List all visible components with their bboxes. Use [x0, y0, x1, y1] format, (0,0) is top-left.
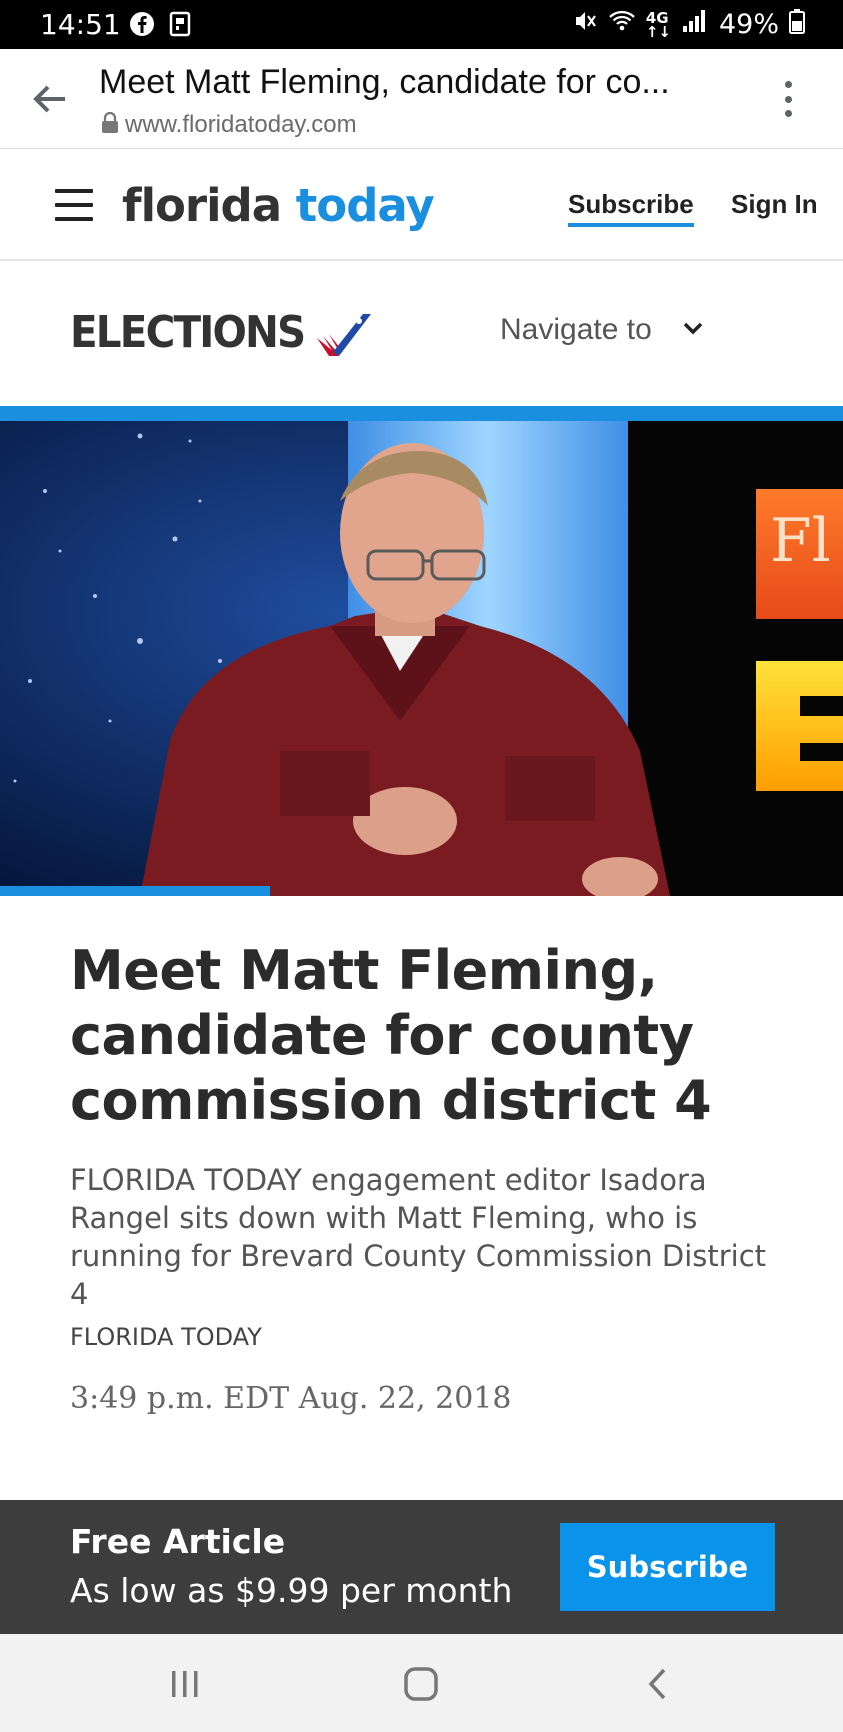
article: Meet Matt Fleming, candidate for county …: [70, 938, 770, 1416]
banner-price: As low as $9.99 per month: [70, 1571, 513, 1610]
navigate-to-label: Navigate to: [500, 313, 652, 346]
page-title[interactable]: Meet Matt Fleming, candidate for co...: [99, 63, 699, 102]
status-right-group: 4G ↑↓ 49%: [572, 8, 805, 41]
home-icon[interactable]: [391, 1659, 451, 1709]
elections-logo[interactable]: ELECTIONS: [70, 307, 375, 358]
4g-icon: 4G ↑↓: [645, 8, 671, 41]
subscribe-link[interactable]: Subscribe: [568, 189, 694, 227]
section-divider: [0, 406, 843, 421]
android-nav-bar: [0, 1634, 843, 1732]
sign-in-link[interactable]: Sign In: [731, 189, 818, 220]
section-bar: ELECTIONS Navigate to: [0, 261, 843, 406]
mute-icon: [572, 8, 598, 41]
logo-florida: florida: [122, 179, 282, 232]
wifi-icon: [608, 8, 636, 41]
battery-icon: [789, 8, 805, 41]
cast-icon: [166, 10, 194, 38]
hero-video[interactable]: Fl: [0, 421, 843, 896]
browser-bar: Meet Matt Fleming, candidate for co... w…: [0, 49, 843, 149]
site-header: florida today Subscribe Sign In: [0, 149, 843, 261]
ballot-check-icon: [316, 314, 371, 356]
navigate-to-dropdown[interactable]: Navigate to: [500, 313, 704, 347]
lock-icon: [101, 111, 119, 139]
facebook-icon: [128, 10, 156, 38]
banner-subscribe-button[interactable]: Subscribe: [560, 1523, 775, 1611]
url-text: www.floridatoday.com: [125, 111, 357, 138]
article-credit: FLORIDA TODAY: [70, 1323, 262, 1351]
article-headline: Meet Matt Fleming, candidate for county …: [70, 939, 712, 1132]
site-logo[interactable]: florida today: [122, 179, 435, 232]
status-bar: 14:51 4G ↑↓ 49%: [0, 0, 843, 49]
back-arrow-icon[interactable]: [28, 79, 72, 119]
banner-title: Free Article: [70, 1522, 286, 1561]
more-vert-icon[interactable]: [773, 77, 803, 121]
status-time: 14:51: [40, 8, 121, 41]
video-progress-bar[interactable]: [0, 886, 270, 896]
article-summary: FLORIDA TODAY engagement editor Isadora …: [70, 1163, 767, 1311]
chevron-down-icon: [682, 320, 704, 341]
logo-today: today: [295, 179, 435, 232]
hero-image: Fl: [0, 421, 843, 896]
free-article-banner: Free Article As low as $9.99 per month S…: [0, 1500, 843, 1634]
section-title: ELECTIONS: [70, 307, 306, 358]
battery-text: 49%: [718, 9, 779, 40]
article-timestamp: 3:49 p.m. EDT Aug. 22, 2018: [70, 1381, 512, 1416]
signal-icon: [681, 8, 709, 41]
recent-apps-icon[interactable]: [155, 1659, 215, 1709]
svg-text:Fl: Fl: [770, 506, 831, 576]
url-row[interactable]: www.floridatoday.com: [101, 111, 357, 139]
hamburger-menu-icon[interactable]: [55, 189, 93, 221]
android-back-icon[interactable]: [628, 1659, 688, 1709]
